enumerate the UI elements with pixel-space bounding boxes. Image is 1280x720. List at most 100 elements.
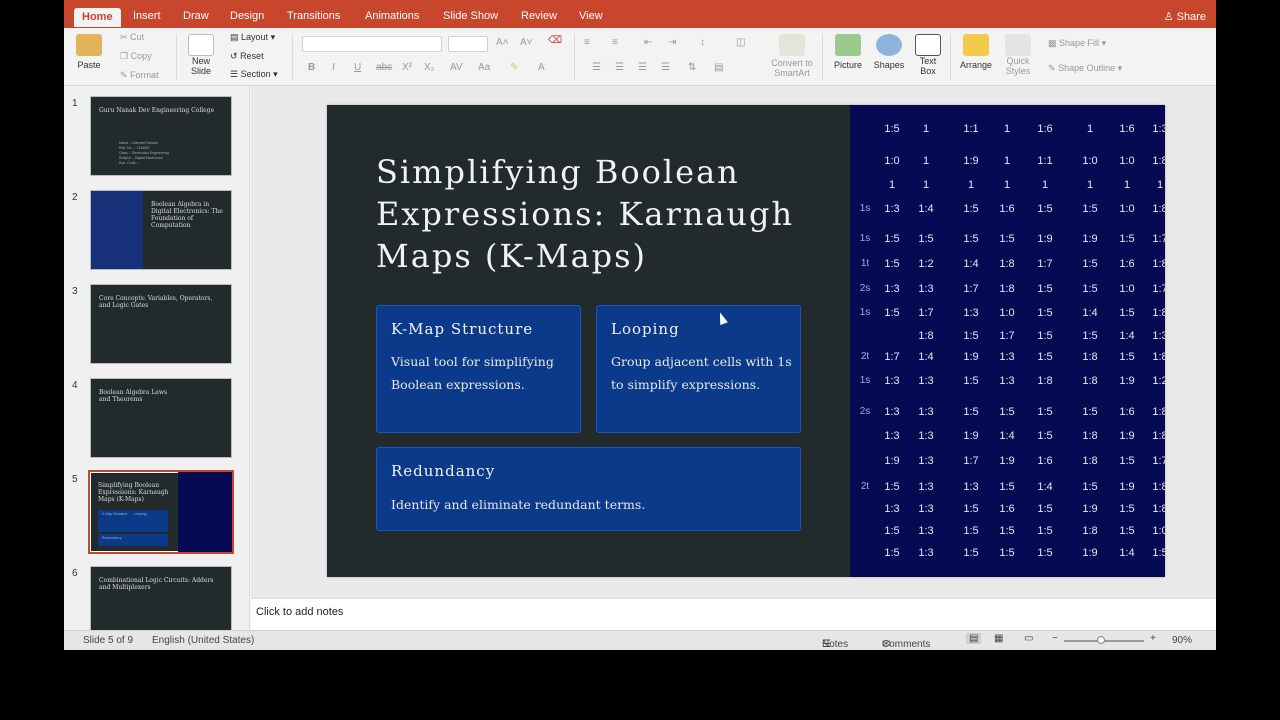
numbering-icon[interactable]: ≡ [612,37,618,48]
grid-cell: 1:5 [918,233,934,245]
align-left-icon[interactable]: ☰ [592,62,601,73]
grid-cell: 1:8 [1082,455,1098,467]
grid-cell: 1:7 [1037,258,1053,270]
clipboard-icon [76,34,102,56]
tab-review[interactable]: Review [521,10,557,22]
card-looping[interactable]: Looping Group adjacent cells with 1s to … [596,305,801,433]
paste-button[interactable]: Paste [74,34,104,70]
notes-pane[interactable]: Click to add notes [251,598,1216,630]
slide-thumbnail-pane[interactable]: 1 Guru Nanak Dev Engineering College Name … [64,86,250,630]
tab-design[interactable]: Design [230,10,264,22]
align-right-icon[interactable]: ☰ [638,62,647,73]
tab-view[interactable]: View [579,10,603,22]
italic-icon[interactable]: I [332,62,335,73]
grid-cell: 1:3 [918,455,934,467]
grid-cell: 1:4 [1082,307,1098,319]
grid-cell: 1:3 [1152,123,1165,135]
smartart-icon [779,34,805,56]
zoom-in-icon[interactable]: + [1150,633,1156,644]
tab-animations[interactable]: Animations [365,10,419,22]
card-body: Identify and eliminate redundant terms. [391,497,646,512]
grid-cell: 1:5 [999,406,1015,418]
grow-font-icon[interactable]: A˄ [496,37,509,48]
clear-format-icon[interactable]: ⌫ [548,35,562,46]
shapes-button[interactable]: Shapes [872,34,906,70]
ribbon-divider [950,34,951,80]
cut-button[interactable]: ✂ Cut [120,32,144,43]
section-button[interactable]: ☰ Section ▾ [230,69,278,80]
zoom-out-icon[interactable]: − [1052,633,1058,644]
decrease-indent-icon[interactable]: ⇤ [644,37,652,48]
slide-thumbnail-3[interactable]: Core Concepts: Variables, Operators, and… [90,284,232,364]
grid-cell: 1:9 [963,351,979,363]
shape-fill-button[interactable]: ▩ Shape Fill ▾ [1048,38,1106,49]
normal-view-icon[interactable]: ▤ [966,633,982,644]
columns-icon[interactable]: ◫ [736,37,745,48]
slide-thumbnail-5[interactable]: Simplifying Boolean Expressions: Karnaug… [88,470,234,554]
quick-styles-button[interactable]: Quick Styles [1000,34,1036,76]
tab-slide-show[interactable]: Slide Show [443,10,498,22]
subscript-icon[interactable]: X₂ [424,62,435,73]
card-kmap-structure[interactable]: K-Map Structure Visual tool for simplify… [376,305,581,433]
superscript-icon[interactable]: X² [402,62,412,73]
slide-thumbnail-4[interactable]: Boolean Algebra Laws and Theorems [90,378,232,458]
tab-home[interactable]: Home [74,8,121,27]
text-direction-icon[interactable]: ⇅ [688,62,696,73]
copy-button[interactable]: ❐ Copy [120,51,152,62]
line-spacing-icon[interactable]: ↕ [700,37,705,48]
reading-view-icon[interactable]: ▭ [1024,633,1033,644]
align-center-icon[interactable]: ☰ [615,62,624,73]
new-slide-button[interactable]: New Slide [184,34,218,76]
font-name-field[interactable] [302,36,442,52]
card-redundancy[interactable]: Redundancy Identify and eliminate redund… [376,447,801,531]
layout-button[interactable]: ▤ Layout ▾ [230,32,275,43]
shape-outline-button[interactable]: ✎ Shape Outline ▾ [1048,63,1122,74]
notes-placeholder: Click to add notes [256,606,344,618]
bold-icon[interactable]: B [308,62,315,73]
underline-icon[interactable]: U [354,62,361,73]
current-slide[interactable]: Simplifying Boolean Expressions: Karnaug… [327,105,1165,577]
format-painter-button[interactable]: ✎ Format [120,70,159,81]
slide-thumbnail-6[interactable]: Combinational Logic Circuits: Adders and… [90,566,232,630]
language-indicator[interactable]: English (United States) [152,635,254,646]
grid-cell: 1:3 [999,351,1015,363]
arrange-button[interactable]: Arrange [958,34,994,70]
slide-title[interactable]: Simplifying Boolean Expressions: Karnaug… [376,151,836,277]
change-case-icon[interactable]: Aa [478,62,490,73]
slide-thumbnail-2[interactable]: Boolean Algebra in Digital Electronics: … [90,190,232,270]
zoom-slider-handle[interactable] [1097,636,1105,644]
tab-draw[interactable]: Draw [183,10,209,22]
bullets-icon[interactable]: ≡ [584,37,590,48]
reset-button[interactable]: ↺ Reset [230,51,264,62]
thumbnail-number: 4 [72,380,78,391]
share-button[interactable]: ♙ Share [1164,10,1206,23]
slide-thumbnail-1[interactable]: Guru Nanak Dev Engineering College Name :… [90,96,232,176]
card-body: Visual tool for simplifying Boolean expr… [391,354,554,392]
reset-icon: ↺ [230,51,238,61]
share-label: Share [1176,11,1206,23]
tab-insert[interactable]: Insert [133,10,161,22]
justify-icon[interactable]: ☰ [661,62,670,73]
arrange-label: Arrange [959,60,993,70]
grid-cell: 1:8 [999,283,1015,295]
grid-cell: 1:5 [1119,525,1135,537]
font-color-icon[interactable]: A [538,62,545,73]
shrink-font-icon[interactable]: A˅ [520,37,533,48]
increase-indent-icon[interactable]: ⇥ [668,37,676,48]
strikethrough-icon[interactable]: abc [376,62,392,73]
zoom-level[interactable]: 90% [1172,635,1192,646]
slide-sorter-icon[interactable]: ▦ [994,633,1003,644]
convert-smartart-button[interactable]: Convert to SmartArt [768,34,816,78]
grid-cell: 1:3 [884,503,900,515]
grid-cell: 1:5 [963,547,979,559]
char-spacing-icon[interactable]: AV [450,62,463,73]
grid-cell: 1:3 [884,283,900,295]
font-size-field[interactable] [448,36,488,52]
highlight-icon[interactable]: ✎ [510,62,518,73]
text-box-button[interactable]: Text Box [914,34,942,76]
tab-transitions[interactable]: Transitions [287,10,340,22]
person-icon: ♙ [1163,11,1177,23]
picture-button[interactable]: Picture [830,34,866,70]
quick-styles-icon [1005,34,1031,56]
align-text-icon[interactable]: ▤ [714,62,723,73]
